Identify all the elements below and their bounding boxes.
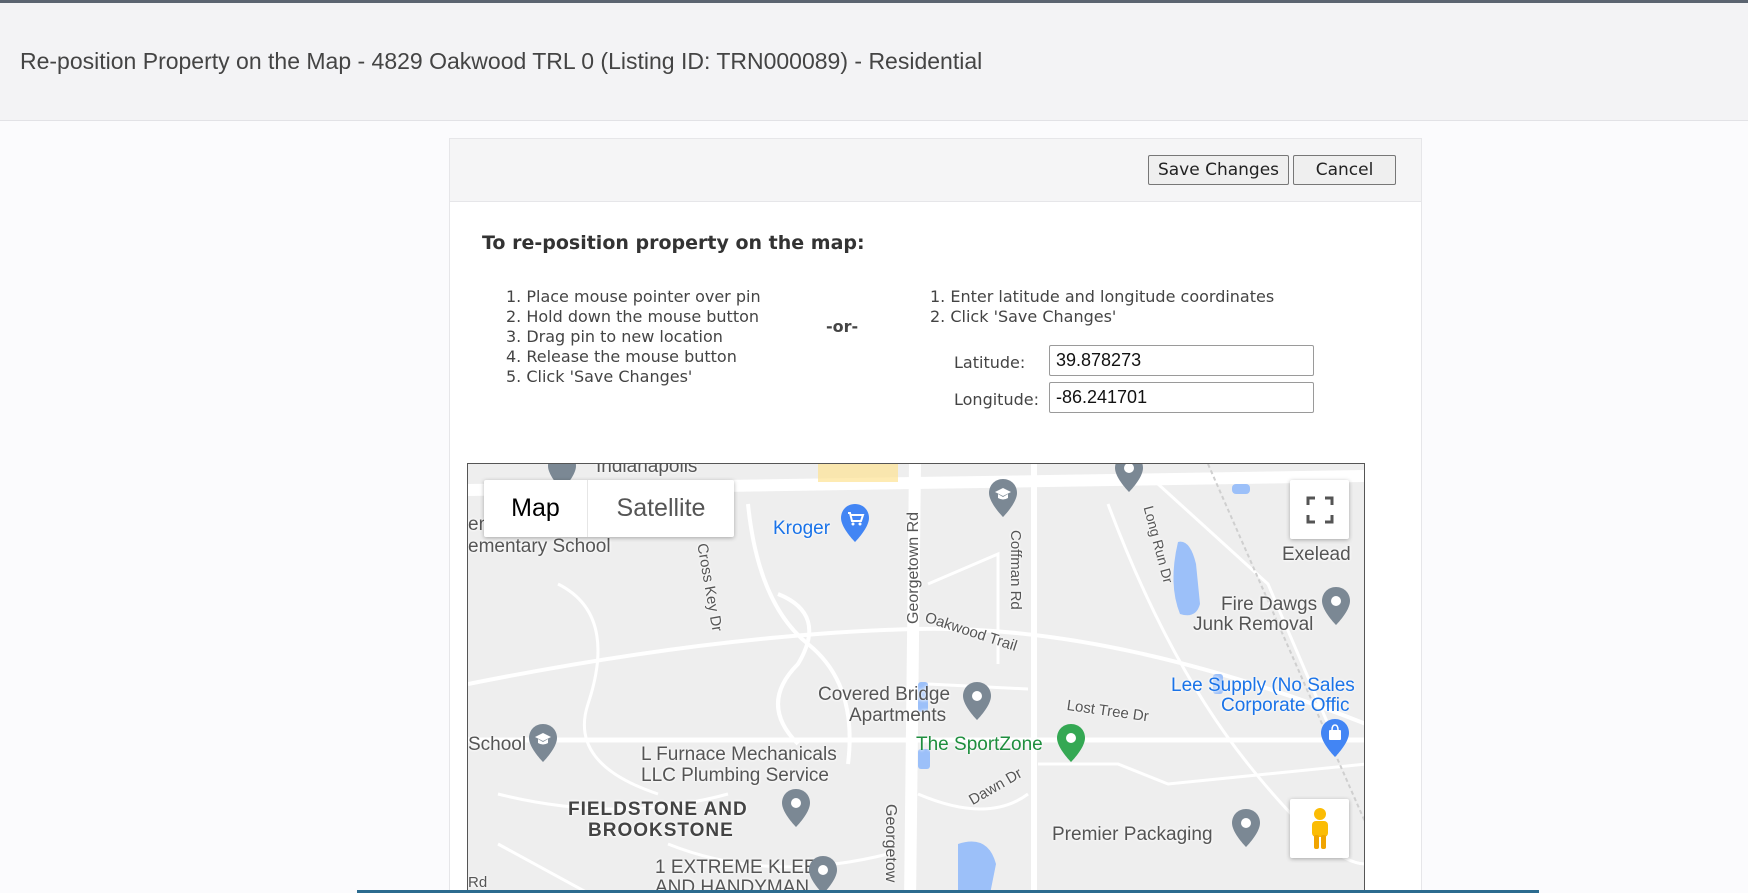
map-label-elementary-school: ementary School	[468, 536, 611, 557]
place-pin-icon[interactable]	[1114, 463, 1144, 494]
map-label-brookstone: BROOKSTONE	[588, 820, 734, 841]
save-changes-button[interactable]: Save Changes	[1148, 155, 1289, 185]
map-label-georgetown-rd-2: Georgetow	[882, 804, 899, 883]
school-pin-icon[interactable]	[988, 479, 1018, 519]
instructions-title: To re-position property on the map:	[482, 232, 865, 254]
map-label-coffman-rd: Coffman Rd	[1007, 530, 1024, 610]
map-label-sportzone[interactable]: The SportZone	[916, 734, 1043, 756]
latitude-label: Latitude:	[954, 353, 1026, 372]
map-label-rd: Rd	[468, 874, 488, 891]
map-label-exelead[interactable]: Exelead	[1282, 544, 1351, 566]
map-label-lee-supply[interactable]: Lee Supply (No Sales	[1171, 675, 1355, 697]
coord-step: 1. Enter latitude and longitude coordina…	[930, 287, 1275, 306]
page-title: Re-position Property on the Map - 4829 O…	[20, 48, 983, 74]
map-label-school[interactable]: School	[468, 734, 526, 756]
map-label-premier-packaging[interactable]: Premier Packaging	[1052, 824, 1213, 846]
shopping-cart-pin-icon[interactable]	[840, 504, 870, 544]
map-label-kroger[interactable]: Kroger	[773, 518, 830, 540]
coord-steps-list: 1. Enter latitude and longitude coordina…	[930, 287, 1274, 327]
premier-pin-icon[interactable]	[1231, 809, 1261, 849]
fullscreen-button[interactable]	[1290, 480, 1349, 539]
cancel-button[interactable]: Cancel	[1293, 155, 1396, 185]
map-label-apartments[interactable]: Apartments	[849, 705, 946, 727]
drag-step: 3. Drag pin to new location	[506, 327, 723, 346]
map-label-covered-bridge[interactable]: Covered Bridge	[818, 684, 950, 706]
or-separator: -or-	[826, 317, 859, 336]
map-label-fire-dawgs[interactable]: Fire Dawgs	[1221, 594, 1317, 616]
pegman-icon	[1311, 807, 1328, 849]
map-label-plumbing-service[interactable]: LLC Plumbing Service	[641, 765, 829, 787]
latitude-input[interactable]	[1049, 345, 1314, 376]
map-label-extreme-kleen[interactable]: 1 EXTREME KLEEN	[655, 857, 830, 879]
map-type-satellite-button[interactable]: Satellite	[587, 480, 734, 537]
map-label-georgetown-rd: Georgetown Rd	[905, 511, 922, 624]
drag-steps-list: 1. Place mouse pointer over pin 2. Hold …	[506, 287, 761, 387]
fire-dawgs-pin-icon[interactable]	[1321, 587, 1351, 627]
extreme-kleen-pin-icon[interactable]	[808, 856, 838, 893]
shopping-bag-pin-icon[interactable]	[1320, 719, 1350, 759]
drag-step: 1. Place mouse pointer over pin	[506, 287, 761, 306]
furnace-pin-icon[interactable]	[781, 789, 811, 829]
map-canvas[interactable]: Indianapolis en ementary School Kroger C…	[467, 463, 1365, 893]
street-view-button[interactable]	[1290, 799, 1349, 858]
sportzone-pin-icon[interactable]	[1056, 724, 1086, 764]
map-type-control: Map Satellite	[484, 480, 734, 537]
map-label-indianapolis: Indianapolis	[596, 463, 698, 477]
longitude-input[interactable]	[1049, 382, 1314, 413]
longitude-label: Longitude:	[954, 390, 1039, 409]
apartments-pin-icon[interactable]	[962, 682, 992, 722]
drag-step: 2. Hold down the mouse button	[506, 307, 760, 326]
coord-step: 2. Click 'Save Changes'	[930, 307, 1117, 326]
map-label-corporate-office[interactable]: Corporate Offic	[1221, 695, 1349, 717]
map-type-map-button[interactable]: Map	[484, 480, 587, 537]
map-label-furnace-mechanicals[interactable]: L Furnace Mechanicals	[641, 744, 837, 766]
drag-step: 5. Click 'Save Changes'	[506, 367, 693, 386]
map-label-junk-removal[interactable]: Junk Removal	[1193, 614, 1313, 636]
drag-step: 4. Release the mouse button	[506, 347, 737, 366]
map-label-fieldstone: FIELDSTONE AND	[568, 799, 748, 820]
panel-toolbar: Save Changes Cancel	[450, 139, 1421, 202]
school-left-pin-icon[interactable]	[528, 724, 558, 764]
page-header: Re-position Property on the Map - 4829 O…	[0, 3, 1748, 121]
fullscreen-icon	[1306, 496, 1333, 523]
